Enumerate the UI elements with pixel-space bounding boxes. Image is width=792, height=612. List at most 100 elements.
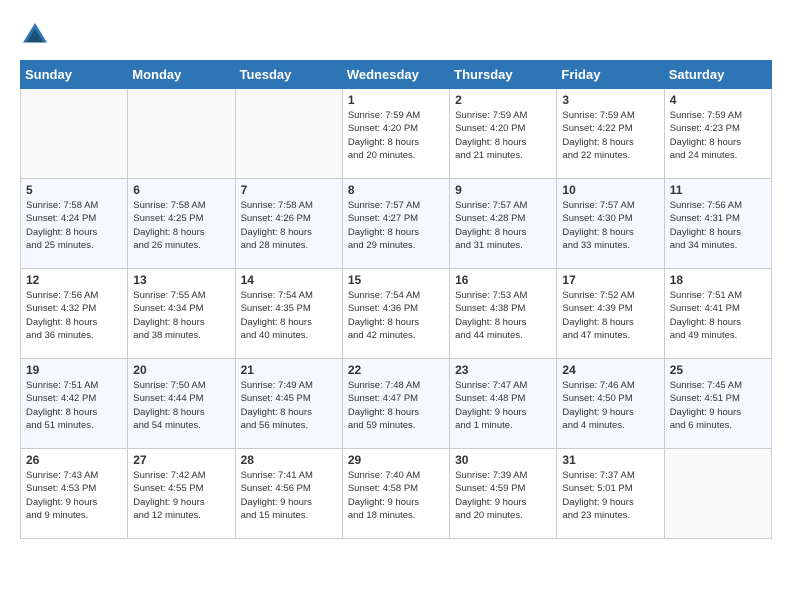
calendar-cell	[664, 449, 771, 539]
calendar-cell: 9Sunrise: 7:57 AM Sunset: 4:28 PM Daylig…	[450, 179, 557, 269]
calendar-day-header: Monday	[128, 61, 235, 89]
calendar-cell: 19Sunrise: 7:51 AM Sunset: 4:42 PM Dayli…	[21, 359, 128, 449]
calendar-cell: 29 Sunrise: 7:40 AM Sunset: 4:58 PM Dayli…	[342, 449, 449, 539]
day-number: 15	[348, 273, 444, 287]
calendar-cell: 16 Sunrise: 7:53 AM Sunset: 4:38 PM Dayli…	[450, 269, 557, 359]
calendar-cell: 8 Sunrise: 7:57 AM Sunset: 4:27 PM Daylig…	[342, 179, 449, 269]
day-info: Sunrise: 7:48 AM Sunset: 4:47 PM Dayligh…	[348, 379, 444, 432]
day-info: Sunrise: 7:40 AM Sunset: 4:58 PM Dayligh…	[348, 469, 444, 522]
calendar-week-row: 1 Sunrise: 7:59 AM Sunset: 4:20 PM Daylig…	[21, 89, 772, 179]
calendar-cell: 24 Sunrise: 7:46 AM Sunset: 4:50 PM Dayli…	[557, 359, 664, 449]
calendar-cell: 28Sunrise: 7:41 AM Sunset: 4:56 PM Dayli…	[235, 449, 342, 539]
day-number: 31	[562, 453, 658, 467]
day-number: 3	[562, 93, 658, 107]
day-info: Sunrise: 7:58 AM Sunset: 4:26 PM Dayligh…	[241, 199, 337, 252]
day-info: Sunrise: 7:51 AM Sunset: 4:41 PM Dayligh…	[670, 289, 766, 342]
day-info: Sunrise: 7:46 AM Sunset: 4:50 PM Dayligh…	[562, 379, 658, 432]
day-number: 21	[241, 363, 337, 377]
calendar-cell: 17 Sunrise: 7:52 AM Sunset: 4:39 PM Dayli…	[557, 269, 664, 359]
calendar-cell	[235, 89, 342, 179]
calendar-table: SundayMondayTuesdayWednesdayThursdayFrid…	[20, 60, 772, 539]
day-info: Sunrise: 7:49 AM Sunset: 4:45 PM Dayligh…	[241, 379, 337, 432]
calendar-cell: 25Sunrise: 7:45 AM Sunset: 4:51 PM Dayli…	[664, 359, 771, 449]
day-info: Sunrise: 7:45 AM Sunset: 4:51 PM Dayligh…	[670, 379, 766, 432]
calendar-cell: 18 Sunrise: 7:51 AM Sunset: 4:41 PM Dayli…	[664, 269, 771, 359]
day-info: Sunrise: 7:58 AM Sunset: 4:24 PM Dayligh…	[26, 199, 122, 252]
calendar-day-header: Tuesday	[235, 61, 342, 89]
day-number: 6	[133, 183, 229, 197]
day-number: 18	[670, 273, 766, 287]
page-header	[20, 20, 772, 50]
calendar-week-row: 12 Sunrise: 7:56 AM Sunset: 4:32 PM Dayli…	[21, 269, 772, 359]
day-number: 2	[455, 93, 551, 107]
calendar-day-header: Thursday	[450, 61, 557, 89]
calendar-cell: 21 Sunrise: 7:49 AM Sunset: 4:45 PM Dayli…	[235, 359, 342, 449]
calendar-week-row: 19Sunrise: 7:51 AM Sunset: 4:42 PM Dayli…	[21, 359, 772, 449]
day-number: 4	[670, 93, 766, 107]
day-info: Sunrise: 7:52 AM Sunset: 4:39 PM Dayligh…	[562, 289, 658, 342]
day-info: Sunrise: 7:42 AM Sunset: 4:55 PM Dayligh…	[133, 469, 229, 522]
day-info: Sunrise: 7:39 AM Sunset: 4:59 PM Dayligh…	[455, 469, 551, 522]
day-number: 26	[26, 453, 122, 467]
day-number: 17	[562, 273, 658, 287]
calendar-cell: 26 Sunrise: 7:43 AM Sunset: 4:53 PM Dayli…	[21, 449, 128, 539]
calendar-week-row: 26 Sunrise: 7:43 AM Sunset: 4:53 PM Dayli…	[21, 449, 772, 539]
day-info: Sunrise: 7:50 AM Sunset: 4:44 PM Dayligh…	[133, 379, 229, 432]
day-number: 1	[348, 93, 444, 107]
day-info: Sunrise: 7:56 AM Sunset: 4:32 PM Dayligh…	[26, 289, 122, 342]
day-number: 13	[133, 273, 229, 287]
calendar-cell: 2 Sunrise: 7:59 AM Sunset: 4:20 PM Daylig…	[450, 89, 557, 179]
calendar-day-header: Sunday	[21, 61, 128, 89]
calendar-cell: 27Sunrise: 7:42 AM Sunset: 4:55 PM Dayli…	[128, 449, 235, 539]
day-info: Sunrise: 7:57 AM Sunset: 4:30 PM Dayligh…	[562, 199, 658, 252]
day-number: 14	[241, 273, 337, 287]
day-number: 5	[26, 183, 122, 197]
calendar-cell: 10 Sunrise: 7:57 AM Sunset: 4:30 PM Dayli…	[557, 179, 664, 269]
day-number: 10	[562, 183, 658, 197]
calendar-cell: 7 Sunrise: 7:58 AM Sunset: 4:26 PM Daylig…	[235, 179, 342, 269]
day-info: Sunrise: 7:54 AM Sunset: 4:35 PM Dayligh…	[241, 289, 337, 342]
calendar-cell: 31 Sunrise: 7:37 AM Sunset: 5:01 PM Dayli…	[557, 449, 664, 539]
day-info: Sunrise: 7:56 AM Sunset: 4:31 PM Dayligh…	[670, 199, 766, 252]
day-number: 16	[455, 273, 551, 287]
day-info: Sunrise: 7:43 AM Sunset: 4:53 PM Dayligh…	[26, 469, 122, 522]
calendar-day-header: Wednesday	[342, 61, 449, 89]
day-info: Sunrise: 7:59 AM Sunset: 4:20 PM Dayligh…	[455, 109, 551, 162]
calendar-week-row: 5 Sunrise: 7:58 AM Sunset: 4:24 PM Daylig…	[21, 179, 772, 269]
calendar-cell	[128, 89, 235, 179]
calendar-cell: 1 Sunrise: 7:59 AM Sunset: 4:20 PM Daylig…	[342, 89, 449, 179]
calendar-cell: 22Sunrise: 7:48 AM Sunset: 4:47 PM Dayli…	[342, 359, 449, 449]
calendar-cell: 3 Sunrise: 7:59 AM Sunset: 4:22 PM Daylig…	[557, 89, 664, 179]
day-number: 20	[133, 363, 229, 377]
day-number: 28	[241, 453, 337, 467]
calendar-day-header: Friday	[557, 61, 664, 89]
day-number: 23	[455, 363, 551, 377]
day-info: Sunrise: 7:47 AM Sunset: 4:48 PM Dayligh…	[455, 379, 551, 432]
day-number: 29	[348, 453, 444, 467]
day-number: 8	[348, 183, 444, 197]
day-info: Sunrise: 7:54 AM Sunset: 4:36 PM Dayligh…	[348, 289, 444, 342]
day-info: Sunrise: 7:37 AM Sunset: 5:01 PM Dayligh…	[562, 469, 658, 522]
calendar-cell	[21, 89, 128, 179]
calendar-cell: 14 Sunrise: 7:54 AM Sunset: 4:35 PM Dayli…	[235, 269, 342, 359]
calendar-cell: 6 Sunrise: 7:58 AM Sunset: 4:25 PM Daylig…	[128, 179, 235, 269]
calendar-cell: 4 Sunrise: 7:59 AM Sunset: 4:23 PM Daylig…	[664, 89, 771, 179]
day-info: Sunrise: 7:55 AM Sunset: 4:34 PM Dayligh…	[133, 289, 229, 342]
calendar-header-row: SundayMondayTuesdayWednesdayThursdayFrid…	[21, 61, 772, 89]
day-info: Sunrise: 7:53 AM Sunset: 4:38 PM Dayligh…	[455, 289, 551, 342]
calendar-cell: 5 Sunrise: 7:58 AM Sunset: 4:24 PM Daylig…	[21, 179, 128, 269]
day-number: 30	[455, 453, 551, 467]
calendar-cell: 11 Sunrise: 7:56 AM Sunset: 4:31 PM Dayli…	[664, 179, 771, 269]
day-number: 11	[670, 183, 766, 197]
day-info: Sunrise: 7:58 AM Sunset: 4:25 PM Dayligh…	[133, 199, 229, 252]
day-info: Sunrise: 7:57 AM Sunset: 4:27 PM Dayligh…	[348, 199, 444, 252]
day-info: Sunrise: 7:59 AM Sunset: 4:22 PM Dayligh…	[562, 109, 658, 162]
day-info: Sunrise: 7:59 AM Sunset: 4:23 PM Dayligh…	[670, 109, 766, 162]
day-number: 7	[241, 183, 337, 197]
day-number: 24	[562, 363, 658, 377]
calendar-cell: 20 Sunrise: 7:50 AM Sunset: 4:44 PM Dayli…	[128, 359, 235, 449]
day-number: 19	[26, 363, 122, 377]
day-info: Sunrise: 7:59 AM Sunset: 4:20 PM Dayligh…	[348, 109, 444, 162]
day-number: 12	[26, 273, 122, 287]
day-info: Sunrise: 7:57 AM Sunset: 4:28 PM Dayligh…	[455, 199, 551, 252]
